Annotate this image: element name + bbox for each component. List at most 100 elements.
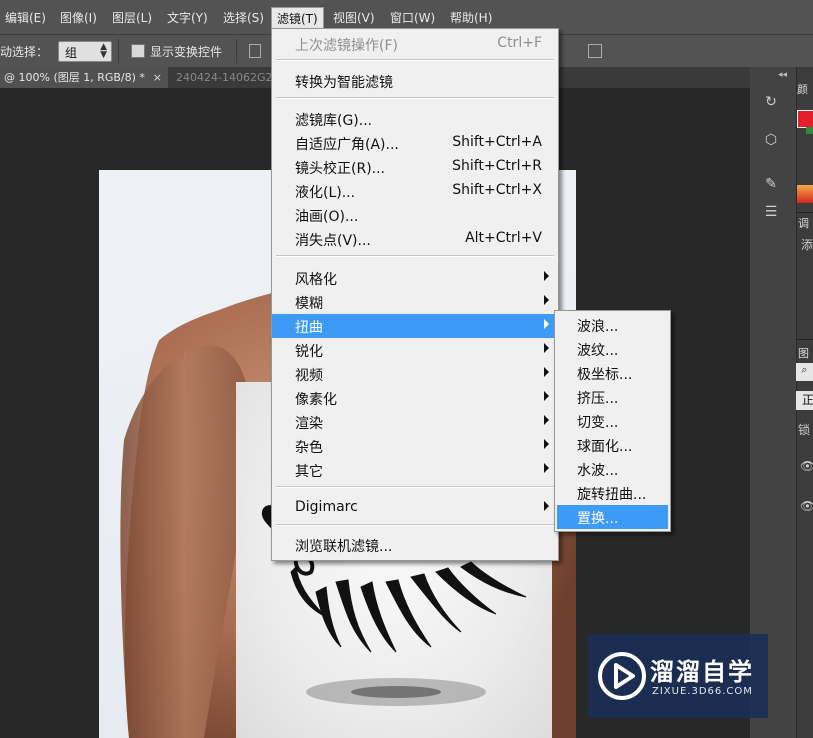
submenu-arrow-icon bbox=[544, 439, 549, 449]
distribute-icon[interactable] bbox=[588, 44, 602, 58]
submenu-item-spherize[interactable]: 球面化... bbox=[555, 433, 670, 457]
brush-panel-icon[interactable]: ✎ bbox=[760, 176, 782, 196]
menu-item-adaptive-wide[interactable]: 自适应广角(A)... Shift+Ctrl+A bbox=[272, 131, 558, 155]
menu-item-other[interactable]: 其它 bbox=[272, 458, 558, 482]
menu-item-label: 转换为智能滤镜 bbox=[295, 75, 393, 91]
color-ramp[interactable] bbox=[797, 185, 813, 203]
color-panel-tab[interactable]: 颜 bbox=[797, 81, 808, 97]
menu-item-label: 上次滤镜操作(F) bbox=[295, 38, 398, 54]
menu-type[interactable]: 文字(Y) bbox=[167, 9, 208, 26]
distort-submenu: 波浪... 波纹... 极坐标... 挤压... 切变... 球面化... 水波… bbox=[554, 310, 671, 532]
menu-item-label: 渲染 bbox=[295, 416, 323, 432]
divider bbox=[797, 212, 813, 213]
menu-help[interactable]: 帮助(H) bbox=[450, 9, 492, 26]
shortcut-label: Shift+Ctrl+X bbox=[452, 182, 542, 198]
menu-item-label: 滤镜库(G)... bbox=[295, 113, 373, 129]
blend-mode-dropdown[interactable]: 正 bbox=[796, 391, 813, 410]
visibility-eye-icon[interactable]: 👁 bbox=[800, 499, 813, 513]
menu-item-label: 锐化 bbox=[295, 344, 323, 360]
properties-panel-icon[interactable]: ☰ bbox=[760, 204, 782, 224]
menu-separator bbox=[276, 255, 554, 257]
search-icon[interactable]: ⌕ bbox=[796, 363, 813, 381]
foreground-color-swatch[interactable] bbox=[797, 110, 813, 128]
auto-select-dropdown[interactable]: 组 ▲ ▼ bbox=[58, 41, 112, 62]
menu-item-label: Digimarc bbox=[295, 499, 358, 515]
submenu-item-ripple[interactable]: 波纹... bbox=[555, 337, 670, 361]
submenu-arrow-icon bbox=[544, 501, 549, 511]
visibility-eye-icon[interactable]: 👁 bbox=[800, 459, 813, 473]
menu-item-stylize[interactable]: 风格化 bbox=[272, 266, 558, 290]
filter-menu: 上次滤镜操作(F) Ctrl+F 转换为智能滤镜 滤镜库(G)... 自适应广角… bbox=[271, 28, 559, 561]
menu-item-label: 其它 bbox=[295, 464, 323, 480]
show-transform-label: 显示变换控件 bbox=[150, 45, 223, 59]
menu-item-label: 扭曲 bbox=[295, 320, 323, 336]
tab-second-title: 240424-14062G2 bbox=[176, 71, 273, 84]
menu-item-sharpen[interactable]: 锐化 bbox=[272, 338, 558, 362]
submenu-arrow-icon bbox=[544, 367, 549, 377]
layers-panel-tab[interactable]: 图 bbox=[798, 345, 809, 361]
menu-select[interactable]: 选择(S) bbox=[223, 9, 264, 26]
submenu-item-displace[interactable]: 置换... bbox=[557, 505, 668, 529]
shortcut-label: Shift+Ctrl+A bbox=[452, 134, 542, 150]
menu-item-convert-smart[interactable]: 转换为智能滤镜 bbox=[272, 69, 558, 93]
submenu-item-pinch[interactable]: 挤压... bbox=[555, 385, 670, 409]
menu-item-noise[interactable]: 杂色 bbox=[272, 434, 558, 458]
submenu-item-label: 球面化... bbox=[577, 439, 633, 455]
menu-item-digimarc[interactable]: Digimarc bbox=[272, 496, 558, 520]
menu-item-filter-gallery[interactable]: 滤镜库(G)... bbox=[272, 107, 558, 131]
watermark-brand: 溜溜自学 bbox=[650, 658, 754, 686]
divider bbox=[797, 339, 813, 340]
history-panel-icon[interactable]: ↻ bbox=[760, 94, 782, 114]
submenu-item-label: 旋转扭曲... bbox=[577, 487, 647, 503]
menu-item-pixelate[interactable]: 像素化 bbox=[272, 386, 558, 410]
menu-item-video[interactable]: 视频 bbox=[272, 362, 558, 386]
menu-item-blur[interactable]: 模糊 bbox=[272, 290, 558, 314]
submenu-item-shear[interactable]: 切变... bbox=[555, 409, 670, 433]
menu-view[interactable]: 视图(V) bbox=[333, 9, 375, 26]
tab-active-title: @ 100% (图层 1, RGB/8) * bbox=[4, 71, 145, 84]
3d-panel-icon[interactable]: ⬡ bbox=[760, 132, 782, 152]
menu-item-label: 消失点(V)... bbox=[295, 233, 371, 249]
menu-item-last-filter: 上次滤镜操作(F) Ctrl+F bbox=[272, 32, 558, 56]
submenu-item-zigzag[interactable]: 水波... bbox=[555, 457, 670, 481]
submenu-item-label: 波浪... bbox=[577, 319, 619, 335]
menu-edit[interactable]: 编辑(E) bbox=[5, 9, 46, 26]
tab-active-document[interactable]: @ 100% (图层 1, RGB/8) * × bbox=[0, 67, 168, 88]
submenu-item-twirl[interactable]: 旋转扭曲... bbox=[555, 481, 670, 505]
auto-select-label: 动选择： bbox=[0, 45, 49, 59]
tab-second-document[interactable]: 240424-14062G2 bbox=[176, 67, 272, 88]
submenu-item-label: 切变... bbox=[577, 415, 619, 431]
menu-filter[interactable]: 滤镜(T) bbox=[271, 7, 324, 30]
background-color-swatch[interactable] bbox=[806, 127, 813, 134]
menu-window[interactable]: 窗口(W) bbox=[390, 9, 435, 26]
menu-item-label: 液化(L)... bbox=[295, 185, 356, 201]
menu-separator bbox=[276, 97, 554, 99]
watermark-url: ZIXUE.3D66.COM bbox=[652, 686, 753, 697]
submenu-item-wave[interactable]: 波浪... bbox=[555, 313, 670, 337]
menu-item-label: 镜头校正(R)... bbox=[295, 161, 386, 177]
menu-item-liquify[interactable]: 液化(L)... Shift+Ctrl+X bbox=[272, 179, 558, 203]
menu-image[interactable]: 图像(I) bbox=[60, 9, 97, 26]
close-icon[interactable]: × bbox=[153, 67, 162, 88]
menu-item-distort[interactable]: 扭曲 bbox=[272, 314, 558, 338]
shortcut-label: Ctrl+F bbox=[497, 35, 542, 51]
menu-item-vanishing-point[interactable]: 消失点(V)... Alt+Ctrl+V bbox=[272, 227, 558, 251]
menu-item-label: 杂色 bbox=[295, 440, 323, 456]
submenu-item-label: 挤压... bbox=[577, 391, 619, 407]
menu-separator bbox=[276, 59, 554, 61]
menu-item-oil-paint[interactable]: 油画(O)... bbox=[272, 203, 558, 227]
submenu-item-label: 极坐标... bbox=[577, 367, 633, 383]
submenu-item-label: 波纹... bbox=[577, 343, 619, 359]
menu-item-label: 视频 bbox=[295, 368, 323, 384]
menu-item-render[interactable]: 渲染 bbox=[272, 410, 558, 434]
adjustments-panel-tab[interactable]: 调 bbox=[798, 215, 809, 231]
submenu-item-polar[interactable]: 极坐标... bbox=[555, 361, 670, 385]
menu-item-browse-online[interactable]: 浏览联机滤镜... bbox=[272, 533, 558, 557]
add-adjustment-label: 添 bbox=[801, 238, 813, 252]
menu-layer[interactable]: 图层(L) bbox=[112, 9, 152, 26]
collapse-icon[interactable]: ◂◂ bbox=[778, 70, 787, 80]
menu-item-lens-correction[interactable]: 镜头校正(R)... Shift+Ctrl+R bbox=[272, 155, 558, 179]
show-transform-checkbox[interactable] bbox=[131, 44, 145, 58]
divider bbox=[118, 39, 119, 63]
align-left-icon[interactable] bbox=[249, 44, 261, 58]
